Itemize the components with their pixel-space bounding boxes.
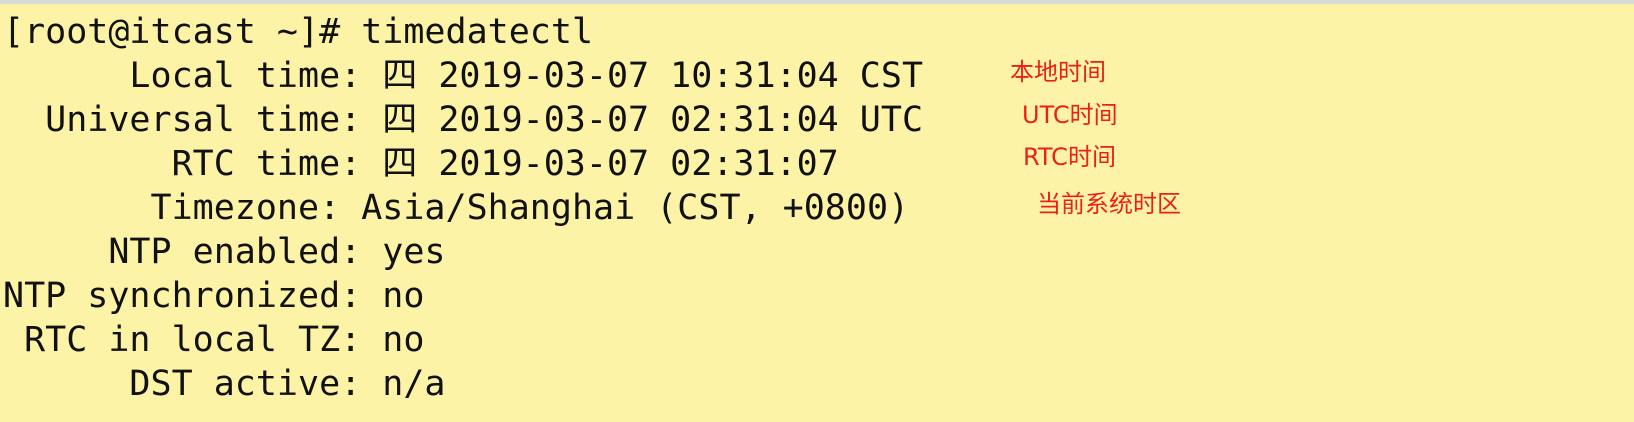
- universal-time-line: Universal time: 四 2019-03-07 02:31:04 UT…: [3, 100, 924, 140]
- terminal-window[interactable]: [root@itcast ~]# timedatectl Local time:…: [0, 4, 1634, 422]
- annotation-current-timezone: 当前系统时区: [1037, 190, 1181, 218]
- timezone-line: Timezone: Asia/Shanghai (CST, +0800): [3, 188, 910, 228]
- annotation-local-time: 本地时间: [1010, 58, 1106, 86]
- ntp-synchronized-line: NTP synchronized: no: [3, 276, 425, 316]
- terminal-output: [root@itcast ~]# timedatectl Local time:…: [3, 10, 923, 406]
- local-time-line: Local time: 四 2019-03-07 10:31:04 CST: [3, 56, 924, 96]
- rtc-local-tz-line: RTC in local TZ: no: [3, 320, 425, 360]
- dst-active-line: DST active: n/a: [3, 364, 446, 404]
- annotation-rtc-time: RTC时间: [1023, 143, 1116, 171]
- rtc-time-line: RTC time: 四 2019-03-07 02:31:07: [3, 144, 839, 184]
- annotation-utc-time: UTC时间: [1022, 101, 1118, 129]
- ntp-enabled-line: NTP enabled: yes: [3, 232, 446, 272]
- command-line: [root@itcast ~]# timedatectl: [3, 12, 594, 52]
